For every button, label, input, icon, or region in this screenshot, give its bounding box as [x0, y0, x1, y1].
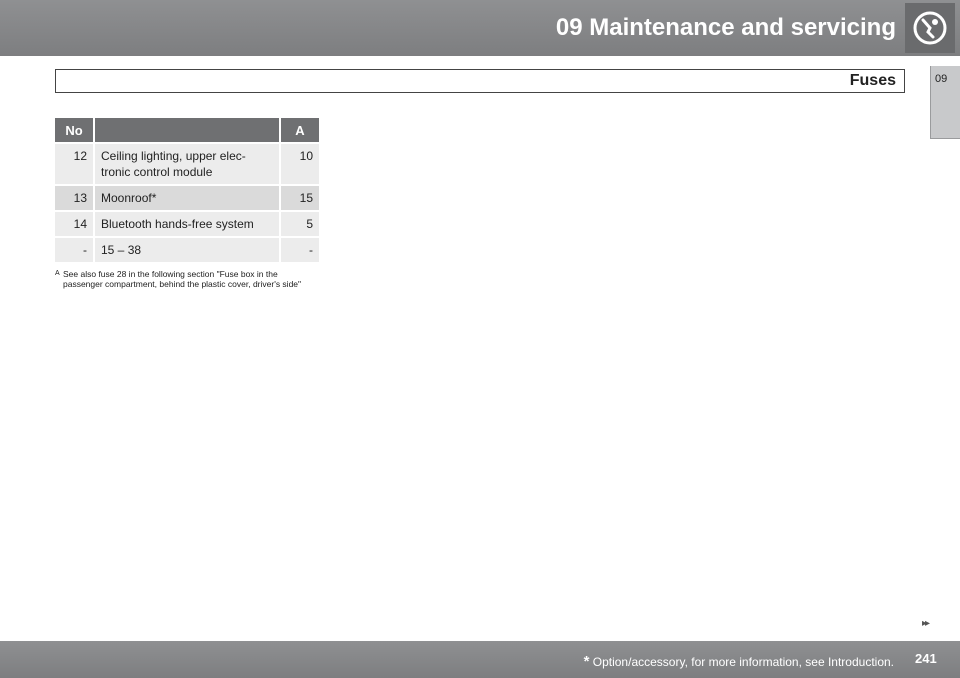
chapter-icon-box [905, 3, 955, 53]
fuse-amperage: 5 [279, 212, 319, 236]
footer-note-text: Option/accessory, for more information, … [592, 655, 894, 669]
page-footer: * Option/accessory, for more information… [0, 641, 960, 678]
table-row: 13 Moonroof* 15 [55, 186, 319, 210]
fuse-description: Bluetooth hands-free system [93, 212, 279, 236]
page-number: 241 [915, 651, 937, 666]
fuse-description: 15 – 38 [93, 238, 279, 262]
table-row: 12 Ceiling lighting, upper elec-tronic c… [55, 144, 319, 184]
footer-star: * [583, 653, 590, 670]
table-row: 14 Bluetooth hands-free system 5 [55, 212, 319, 236]
table-footnote: A See also fuse 28 in the following sect… [55, 269, 319, 289]
wrench-icon [913, 11, 947, 45]
chapter-tab[interactable]: 09 [930, 66, 960, 139]
footnote-marker: A [55, 270, 60, 277]
section-bar: Fuses [55, 69, 905, 93]
fuse-number: 14 [55, 212, 93, 236]
table-row: - 15 – 38 - [55, 238, 319, 262]
footer-note: * Option/accessory, for more information… [584, 653, 894, 670]
fuse-description: Moonroof* [93, 186, 279, 210]
chapter-header: 09 Maintenance and servicing [0, 0, 960, 56]
footnote-text: See also fuse 28 in the following sectio… [63, 269, 302, 289]
fuse-amperage: 15 [279, 186, 319, 210]
column-header-no: No [55, 118, 93, 142]
chapter-tab-label: 09 [935, 73, 948, 85]
fuse-amperage: - [279, 238, 319, 262]
fuse-amperage: 10 [279, 144, 319, 184]
fuse-number: - [55, 238, 93, 262]
fuse-table: No A 12 Ceiling lighting, upper elec-tro… [55, 116, 319, 264]
fuse-number: 13 [55, 186, 93, 210]
chapter-title: 09 Maintenance and servicing [555, 14, 896, 41]
next-page-arrows-icon[interactable]: ▸▸ [922, 618, 930, 629]
fuse-number: 12 [55, 144, 93, 184]
column-header-amps: A [279, 118, 319, 142]
table-header-row: No A [55, 118, 319, 142]
column-header-description [93, 118, 279, 142]
section-title: Fuses [849, 72, 896, 89]
fuse-description: Ceiling lighting, upper elec-tronic cont… [93, 144, 279, 184]
